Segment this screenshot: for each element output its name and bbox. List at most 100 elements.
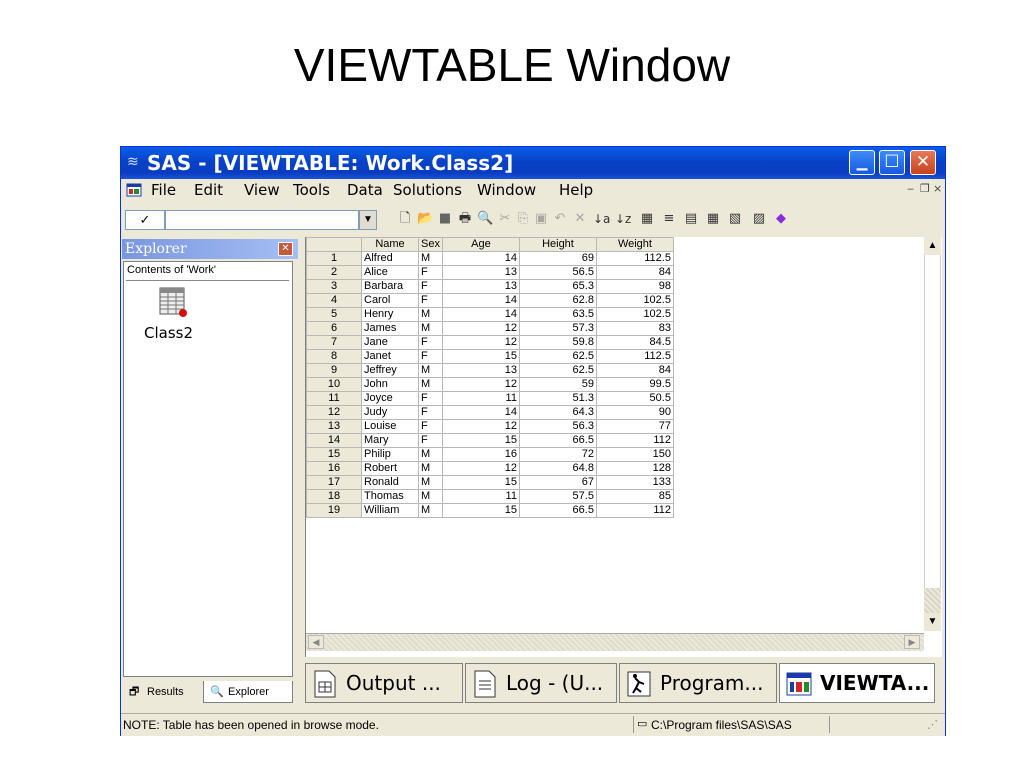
scroll-up-icon[interactable]: ▲	[924, 237, 941, 255]
command-check-button[interactable]: ✓	[125, 210, 165, 230]
row-number-cell[interactable]: 14	[306, 433, 362, 448]
row-number-cell[interactable]: 5	[306, 307, 362, 322]
column-header[interactable]: Name	[361, 237, 419, 252]
task-log[interactable]: Log - (U...	[465, 663, 617, 703]
table-view-icon[interactable]: ▦	[705, 211, 721, 227]
minimize-button[interactable]: ▁	[849, 150, 875, 175]
table-row[interactable]: 10 John M 12 59 99.5	[306, 377, 674, 392]
row-number-cell[interactable]: 1	[306, 251, 362, 266]
vertical-scrollbar[interactable]: ▲ ▼	[924, 237, 941, 631]
command-input[interactable]	[165, 210, 359, 230]
table-row[interactable]: 18 Thomas M 11 57.5 85	[306, 489, 674, 504]
row-number-cell[interactable]: 18	[306, 489, 362, 504]
browse-icon[interactable]: ▧	[727, 211, 743, 227]
table-row[interactable]: 7 Jane F 12 59.8 84.5	[306, 335, 674, 350]
print-preview-icon[interactable]: 🔍	[477, 211, 493, 227]
scroll-left-icon[interactable]: ◀	[308, 635, 324, 649]
menu-tools[interactable]: Tools	[293, 181, 330, 199]
form-view-icon[interactable]: ▤	[683, 211, 699, 227]
current-folder-path[interactable]: C:\Program files\SAS\SAS	[651, 718, 792, 732]
tab-explorer-label: Explorer	[228, 686, 269, 698]
menu-file[interactable]: File	[151, 181, 176, 199]
table-row[interactable]: 13 Louise F 12 56.3 77	[306, 419, 674, 434]
horizontal-scrollbar[interactable]: ◀ ▶	[306, 633, 924, 651]
explorer-close-button[interactable]: ✕	[278, 242, 293, 256]
task-output[interactable]: Output ...	[305, 663, 463, 703]
task-program[interactable]: Program...	[619, 663, 777, 703]
dataset-class2[interactable]: Class2	[144, 324, 193, 342]
table-row[interactable]: 19 William M 15 66.5 112	[306, 503, 674, 518]
paste-icon[interactable]: ▣	[533, 211, 549, 227]
table-row[interactable]: 3 Barbara F 13 65.3 98	[306, 279, 674, 294]
row-number-cell[interactable]: 13	[306, 419, 362, 434]
maximize-button[interactable]: ☐	[879, 150, 905, 175]
close-button[interactable]: ✕	[910, 150, 936, 175]
column-list-icon[interactable]: ≡	[661, 211, 677, 227]
sort-ascending-icon[interactable]: ↓a	[593, 211, 610, 227]
resize-grip-icon[interactable]: ⋰	[927, 718, 938, 731]
row-number-cell[interactable]: 17	[306, 475, 362, 490]
cut-icon[interactable]: ✂	[497, 211, 513, 227]
row-number-cell[interactable]: 10	[306, 377, 362, 392]
row-number-cell[interactable]: 2	[306, 265, 362, 280]
delete-icon[interactable]: ✕	[572, 211, 588, 227]
table-row[interactable]: 1 Alfred M 14 69 112.5	[306, 251, 674, 266]
row-number-cell[interactable]: 3	[306, 279, 362, 294]
doc-close-icon[interactable]: ×	[933, 182, 942, 195]
copy-icon[interactable]: ⎘	[515, 211, 531, 227]
scroll-right-icon[interactable]: ▶	[904, 635, 920, 649]
tab-explorer[interactable]: 🔍 Explorer	[203, 681, 293, 703]
menu-solutions[interactable]: Solutions	[393, 181, 462, 199]
row-number-cell[interactable]: 19	[306, 503, 362, 518]
table-row[interactable]: 12 Judy F 14 64.3 90	[306, 405, 674, 420]
menu-window[interactable]: Window	[477, 181, 536, 199]
row-number-cell[interactable]: 16	[306, 461, 362, 476]
table-row[interactable]: 6 James M 12 57.3 83	[306, 321, 674, 336]
new-icon[interactable]: 🗋	[397, 211, 413, 227]
open-icon[interactable]: 📂	[417, 211, 433, 227]
sort-descending-icon[interactable]: ↓z	[615, 211, 631, 227]
table-attributes-icon[interactable]: ▦	[639, 211, 655, 227]
table-row[interactable]: 11 Joyce F 11 51.3 50.5	[306, 391, 674, 406]
menu-help[interactable]: Help	[559, 181, 593, 199]
save-icon[interactable]: ■	[437, 211, 453, 227]
task-viewtable[interactable]: VIEWTA...	[779, 663, 935, 703]
table-row[interactable]: 15 Philip M 16 72 150	[306, 447, 674, 462]
document-window-icon[interactable]	[126, 182, 142, 198]
table-row[interactable]: 14 Mary F 15 66.5 112	[306, 433, 674, 448]
row-number-cell[interactable]: 12	[306, 405, 362, 420]
undo-icon[interactable]: ↶	[552, 211, 568, 227]
menu-edit[interactable]: Edit	[194, 181, 223, 199]
table-row[interactable]: 8 Janet F 15 62.5 112.5	[306, 349, 674, 364]
menu-data[interactable]: Data	[347, 181, 383, 199]
table-row[interactable]: 9 Jeffrey M 13 62.5 84	[306, 363, 674, 378]
print-icon[interactable]: 🖶	[457, 211, 473, 227]
table-row[interactable]: 2 Alice F 13 56.5 84	[306, 265, 674, 280]
help-book-icon[interactable]: ◆	[773, 211, 789, 227]
dataset-table-icon[interactable]	[158, 286, 188, 318]
table-row[interactable]: 17 Ronald M 15 67 133	[306, 475, 674, 490]
column-header[interactable]: Height	[518, 237, 597, 252]
scroll-down-icon[interactable]: ▼	[924, 613, 941, 631]
row-number-cell[interactable]: 8	[306, 349, 362, 364]
table-row[interactable]: 5 Henry M 14 63.5 102.5	[306, 307, 674, 322]
column-header[interactable]: Age	[441, 237, 520, 252]
menu-view[interactable]: View	[244, 181, 280, 199]
row-number-cell[interactable]: 7	[306, 335, 362, 350]
row-number-cell[interactable]: 4	[306, 293, 362, 308]
column-header[interactable]: Weight	[595, 237, 674, 252]
title-bar[interactable]: ≋ SAS - [VIEWTABLE: Work.Class2] ▁ ☐ ✕	[121, 147, 945, 179]
tab-results[interactable]: 🗗 Results	[123, 681, 201, 703]
table-row[interactable]: 16 Robert M 12 64.8 128	[306, 461, 674, 476]
row-number-cell[interactable]: 11	[306, 391, 362, 406]
doc-restore-icon[interactable]: ❐	[920, 182, 930, 195]
column-header[interactable]: Sex	[418, 237, 443, 252]
doc-minimize-icon[interactable]: ‒	[907, 182, 914, 195]
row-number-cell[interactable]: 9	[306, 363, 362, 378]
edit-mode-icon[interactable]: ▨	[751, 211, 767, 227]
scroll-track[interactable]	[924, 255, 941, 588]
row-number-cell[interactable]: 15	[306, 447, 362, 462]
command-dropdown-button[interactable]: ▼	[359, 210, 377, 230]
row-number-cell[interactable]: 6	[306, 321, 362, 336]
table-row[interactable]: 4 Carol F 14 62.8 102.5	[306, 293, 674, 308]
